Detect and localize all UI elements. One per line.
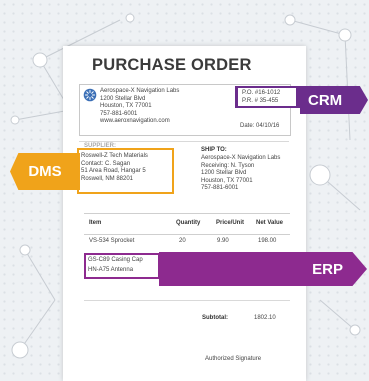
vendor-phone: 757-881-6001: [100, 110, 138, 117]
page-title: PURCHASE ORDER: [92, 56, 252, 74]
ship-to-heading: SHIP TO:: [201, 147, 227, 153]
section-divider: [79, 141, 289, 142]
column-header-item: Item: [89, 220, 102, 226]
po-number: P.O. #16-1012: [242, 90, 281, 96]
starburst-logo-icon: [83, 88, 97, 102]
vendor-name: Aerospace-X Navigation Labs: [100, 88, 180, 94]
crm-tag: CRM: [300, 86, 368, 114]
ship-to-receiving: Receiving: N. Tyson: [201, 162, 255, 169]
column-header-net-value: Net Value: [256, 220, 284, 226]
pr-number: P.R. # 35-455: [242, 98, 279, 104]
ship-to-address1: 1200 Stellar Blvd: [201, 170, 247, 176]
dms-tag: DMS: [10, 153, 80, 190]
subtotal-label: Subtotal:: [202, 315, 228, 321]
subtotal-value: 1802.10: [254, 315, 276, 321]
ship-to-name: Aerospace-X Navigation Labs: [201, 155, 281, 161]
vendor-address2: Houston, TX 77001: [100, 103, 152, 109]
ship-to-phone: 757-881-6001: [201, 185, 239, 191]
supplier-address1: 51 Area Road, Hangar 5: [81, 168, 146, 174]
table-cell-item: VS-534 Sprocket: [89, 238, 135, 244]
column-header-price: Price/Unit: [216, 220, 245, 226]
vendor-website: www.aeroxnavigation.com: [100, 118, 170, 124]
column-header-quantity: Quantity: [176, 220, 201, 226]
table-cell-item: GS-C89 Casing Cap: [88, 257, 143, 263]
supplier-contact: Contact: C. Sagan: [81, 160, 131, 167]
table-bottom-divider: [84, 300, 290, 301]
authorized-signature-label: Authorized Signature: [205, 356, 262, 362]
po-date: Date: 04/10/16: [240, 123, 280, 129]
vendor-address1: 1200 Stellar Blvd: [100, 95, 146, 102]
ship-to-address2: Houston, TX 77001: [201, 177, 253, 184]
table-cell-price: 9.90: [217, 238, 229, 244]
supplier-address2: Roswell, NM 88201: [81, 175, 134, 182]
table-cell-net: 198.00: [258, 238, 277, 244]
erp-tag: ERP: [159, 252, 367, 286]
supplier-name: Roswell-Z Tech Materials: [81, 153, 148, 159]
table-cell-item: HN-A75 Antenna: [88, 267, 134, 273]
table-cell-qty: 20: [179, 238, 186, 244]
